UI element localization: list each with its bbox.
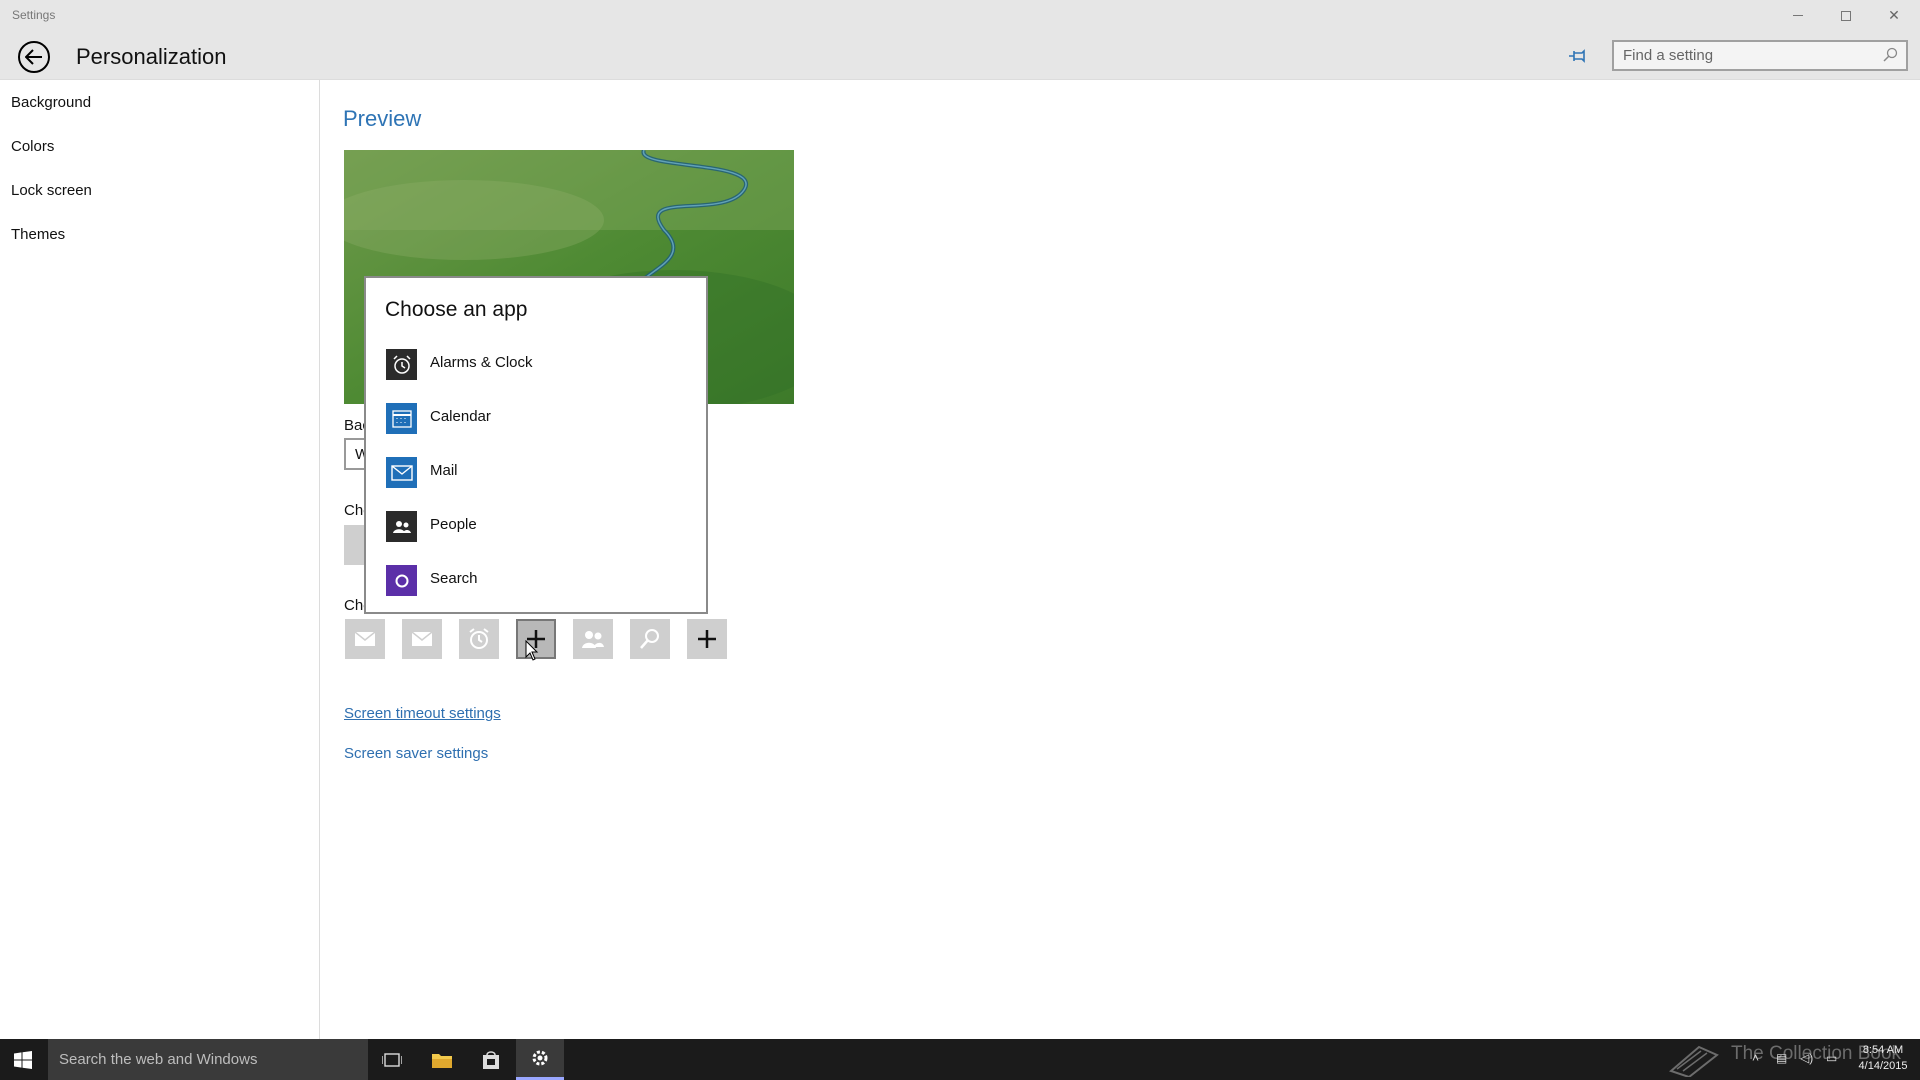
- sidebar-item-themes[interactable]: Themes: [11, 226, 65, 243]
- taskbar-settings-active[interactable]: [516, 1039, 564, 1080]
- app-item-mail[interactable]: Mail: [366, 457, 706, 501]
- app-label-search: Search: [430, 570, 478, 587]
- search-icon: [640, 629, 659, 649]
- search-setting-input[interactable]: [1614, 42, 1869, 69]
- clock-date: 4/14/2015: [1858, 1060, 1908, 1072]
- sidebar-item-colors[interactable]: Colors: [11, 138, 54, 155]
- quick-status-mail-1[interactable]: [345, 619, 385, 659]
- people-icon: [386, 511, 417, 542]
- quick-status-people[interactable]: [573, 619, 613, 659]
- app-label-mail: Mail: [430, 462, 458, 479]
- back-button[interactable]: [18, 41, 50, 73]
- app-label-calendar: Calendar: [430, 408, 491, 425]
- start-button[interactable]: [0, 1039, 46, 1080]
- pin-icon[interactable]: [1566, 45, 1588, 67]
- folder-icon: [432, 1053, 452, 1068]
- taskbar-search-box[interactable]: Search the web and Windows: [48, 1039, 368, 1080]
- tray-chevron-icon[interactable]: ˄: [1752, 1051, 1759, 1065]
- detailed-status-tile-partial[interactable]: [344, 525, 366, 565]
- maximize-icon: [1841, 10, 1851, 21]
- book-watermark-icon: [1669, 1045, 1719, 1077]
- mail-icon: [355, 632, 375, 646]
- add-icon: [698, 630, 716, 648]
- taskbar-file-explorer[interactable]: [418, 1039, 466, 1080]
- minimize-button[interactable]: [1775, 0, 1821, 31]
- page-title: Personalization: [76, 44, 227, 69]
- taskbar-clock[interactable]: 8:54 AM 4/14/2015: [1853, 1042, 1913, 1074]
- mouse-cursor-icon: [525, 640, 539, 661]
- app-item-search[interactable]: Search: [366, 565, 706, 609]
- header: Personalization: [0, 31, 1920, 80]
- back-arrow-icon: [25, 49, 42, 65]
- search-icon[interactable]: [1882, 47, 1898, 63]
- screen-timeout-link[interactable]: Screen timeout settings: [344, 705, 501, 722]
- mail-icon: [412, 632, 432, 646]
- calendar-icon: [386, 403, 417, 434]
- window-title: Settings: [12, 8, 56, 22]
- sidebar: Background Colors Lock screen Themes: [0, 80, 320, 1039]
- maximize-button[interactable]: [1823, 0, 1869, 31]
- clock-time: 8:54 AM: [1862, 1044, 1904, 1056]
- app-item-people[interactable]: People: [366, 511, 706, 555]
- gear-icon: [532, 1050, 548, 1066]
- mail-icon: [386, 457, 417, 488]
- alarm-clock-icon: [469, 628, 489, 649]
- volume-icon[interactable]: ◁): [1800, 1051, 1813, 1065]
- store-icon: [483, 1050, 499, 1069]
- choose-app-flyout: Choose an app Alarms & Clock Calendar Ma…: [364, 276, 708, 614]
- sidebar-item-background[interactable]: Background: [11, 94, 91, 111]
- quick-status-search[interactable]: [630, 619, 670, 659]
- taskbar-store[interactable]: [467, 1039, 515, 1080]
- task-view-icon: [382, 1052, 402, 1067]
- quick-status-add[interactable]: [687, 619, 727, 659]
- app-item-calendar[interactable]: Calendar: [366, 403, 706, 447]
- screen-saver-link[interactable]: Screen saver settings: [344, 745, 488, 762]
- close-button[interactable]: ✕: [1871, 0, 1917, 31]
- notifications-icon[interactable]: ▭: [1826, 1051, 1837, 1065]
- app-item-alarms-clock[interactable]: Alarms & Clock: [366, 349, 706, 393]
- windows-logo-icon: [14, 1050, 32, 1069]
- search-circle-icon: [386, 565, 417, 596]
- taskbar-search-placeholder: Search the web and Windows: [59, 1051, 258, 1068]
- close-icon: ✕: [1888, 7, 1900, 23]
- network-icon[interactable]: ▤: [1776, 1051, 1787, 1065]
- quick-status-mail-2[interactable]: [402, 619, 442, 659]
- quick-status-alarm[interactable]: [459, 619, 499, 659]
- task-view-button[interactable]: [368, 1039, 416, 1080]
- flyout-title: Choose an app: [385, 298, 528, 321]
- app-label-alarms-clock: Alarms & Clock: [430, 354, 533, 371]
- sidebar-item-lock-screen[interactable]: Lock screen: [11, 182, 92, 199]
- title-bar: Settings ✕: [0, 0, 1920, 31]
- taskbar: Search the web and Windows The Collectio…: [0, 1039, 1920, 1080]
- app-label-people: People: [430, 516, 477, 533]
- minimize-icon: [1793, 15, 1803, 16]
- alarm-clock-icon: [386, 349, 417, 380]
- search-setting-field[interactable]: [1612, 40, 1908, 71]
- people-icon: [582, 631, 604, 648]
- preview-heading: Preview: [343, 106, 422, 131]
